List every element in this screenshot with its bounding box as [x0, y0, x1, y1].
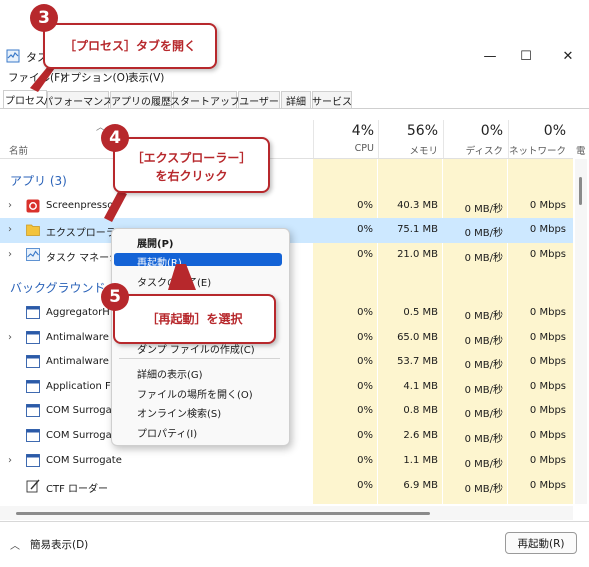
- callout-line: を右クリック: [155, 169, 228, 183]
- annotation-arrows: [30, 65, 196, 290]
- step-badge-5: 5: [101, 283, 129, 311]
- callout-open-process-tab: ［プロセス］タブを開く: [43, 23, 217, 69]
- step-badge-4: 4: [101, 124, 129, 152]
- callout-arrow-icon: [104, 190, 127, 222]
- callout-arrow-icon: [30, 65, 57, 92]
- callout-arrow-icon: [168, 264, 196, 290]
- callout-line: ［エクスプローラー］: [131, 151, 252, 165]
- step-badge-3: 3: [30, 4, 58, 32]
- callout-right-click-explorer: ［エクスプローラー］ を右クリック: [113, 137, 270, 193]
- task-manager-window: タス — ☐ ✕ ファイル(F) オプション(O) 表示(V) プロセス パフォ…: [0, 0, 589, 567]
- callout-select-restart: ［再起動］を選択: [113, 294, 276, 344]
